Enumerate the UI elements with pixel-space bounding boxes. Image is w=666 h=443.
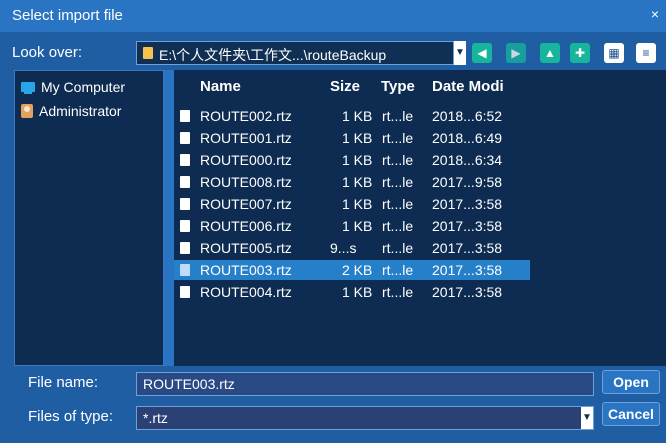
file-type: rt...le (382, 152, 414, 168)
table-row[interactable]: ROUTE001.rtz 1 KB rt...le 2018...6:49 (174, 128, 530, 148)
file-date: 2017...3:58 (432, 240, 503, 256)
file-date: 2017...9:58 (432, 174, 503, 190)
file-name-value: ROUTE003.rtz (143, 376, 235, 392)
file-date: 2018...6:52 (432, 108, 503, 124)
file-date: 2017...3:58 (432, 218, 503, 234)
column-type[interactable]: Type (381, 78, 415, 95)
table-row[interactable]: ROUTE007.rtz 1 KB rt...le 2017...3:58 (174, 194, 530, 214)
file-size: 2 KB (342, 262, 373, 278)
look-over-label: Look over: (12, 44, 83, 61)
open-button[interactable]: Open (602, 370, 660, 394)
file-type: rt...le (382, 130, 414, 146)
file-name-label: File name: (28, 374, 99, 391)
file-date: 2017...3:58 (432, 284, 503, 300)
file-icon (180, 154, 190, 166)
file-name: ROUTE002.rtz (200, 108, 292, 124)
file-list-header: Name Size Type Date Modi (174, 78, 666, 98)
file-type: rt...le (382, 284, 414, 300)
file-type-select[interactable]: *.rtz ▼ (136, 406, 594, 430)
up-folder-icon[interactable]: ▲ (540, 43, 560, 63)
table-row[interactable]: ROUTE004.rtz 1 KB rt...le 2017...3:58 (174, 282, 530, 302)
file-icon (180, 242, 190, 254)
file-date: 2018...6:34 (432, 152, 503, 168)
file-type: rt...le (382, 218, 414, 234)
forward-icon[interactable]: ▶ (506, 43, 526, 63)
file-date: 2017...3:58 (432, 262, 503, 278)
look-over-path-text: E:\个人文件夹\工作文...\routeBackup (159, 47, 387, 63)
file-name: ROUTE007.rtz (200, 196, 292, 212)
file-type-value: *.rtz (143, 410, 168, 426)
file-list: Name Size Type Date Modi ROUTE002.rtz 1 … (172, 70, 666, 366)
table-row[interactable]: ROUTE002.rtz 1 KB rt...le 2018...6:52 (174, 106, 530, 126)
details-view-icon[interactable]: ≡ (636, 43, 656, 63)
file-date: 2017...3:58 (432, 196, 503, 212)
file-size: 1 KB (342, 218, 373, 234)
places-panel: My Computer Administrator (14, 70, 164, 366)
look-over-path-dropdown[interactable]: E:\个人文件夹\工作文...\routeBackup (136, 41, 454, 65)
folder-icon (143, 47, 153, 59)
bottom-bar: File name: ROUTE003.rtz Files of type: *… (0, 368, 666, 443)
file-size: 1 KB (342, 174, 373, 190)
column-size[interactable]: Size (330, 78, 360, 95)
file-name: ROUTE000.rtz (200, 152, 292, 168)
place-label: My Computer (41, 79, 126, 95)
file-icon (180, 176, 190, 188)
computer-icon (21, 82, 35, 94)
file-name: ROUTE006.rtz (200, 218, 292, 234)
window-title: Select import file (12, 7, 123, 24)
file-icon (180, 198, 190, 210)
select-import-file-dialog: Select import file × Look over: E:\个人文件夹… (0, 0, 666, 443)
file-name: ROUTE004.rtz (200, 284, 292, 300)
new-folder-icon[interactable]: ✚ (570, 43, 590, 63)
table-row[interactable]: ROUTE000.rtz 1 KB rt...le 2018...6:34 (174, 150, 530, 170)
file-size: 1 KB (342, 196, 373, 212)
file-name: ROUTE003.rtz (200, 262, 292, 278)
file-size: 1 KB (342, 284, 373, 300)
panel-splitter[interactable] (164, 70, 172, 366)
file-type: rt...le (382, 262, 414, 278)
file-type: rt...le (382, 240, 414, 256)
table-row[interactable]: ROUTE008.rtz 1 KB rt...le 2017...9:58 (174, 172, 530, 192)
file-date: 2018...6:49 (432, 130, 503, 146)
place-label: Administrator (39, 103, 122, 119)
user-folder-icon (21, 104, 33, 118)
file-icon (180, 220, 190, 232)
file-type: rt...le (382, 196, 414, 212)
close-icon[interactable]: × (648, 6, 662, 22)
table-row[interactable]: ROUTE005.rtz 9...s rt...le 2017...3:58 (174, 238, 530, 258)
column-date-modified[interactable]: Date Modi (432, 78, 504, 95)
place-administrator[interactable]: Administrator (21, 101, 121, 121)
file-type-dropdown-arrow-icon[interactable]: ▼ (581, 407, 593, 429)
file-type: rt...le (382, 108, 414, 124)
file-name: ROUTE005.rtz (200, 240, 292, 256)
back-icon[interactable]: ◀ (472, 43, 492, 63)
file-icon (180, 132, 190, 144)
table-row-selected[interactable]: ROUTE003.rtz 2 KB rt...le 2017...3:58 (174, 260, 530, 280)
list-view-icon[interactable]: ▦ (604, 43, 624, 63)
cancel-button[interactable]: Cancel (602, 402, 660, 426)
file-size: 9...s (330, 240, 357, 256)
file-size: 1 KB (342, 152, 373, 168)
place-my-computer[interactable]: My Computer (21, 77, 125, 97)
path-dropdown-arrow-icon[interactable]: ▼ (454, 41, 466, 65)
table-row[interactable]: ROUTE006.rtz 1 KB rt...le 2017...3:58 (174, 216, 530, 236)
title-bar: Select import file × (0, 0, 666, 32)
look-over-row: Look over: E:\个人文件夹\工作文...\routeBackup ▼… (0, 36, 666, 70)
file-name-input[interactable]: ROUTE003.rtz (136, 372, 594, 396)
file-icon (180, 110, 190, 122)
column-name[interactable]: Name (200, 78, 241, 95)
file-type: rt...le (382, 174, 414, 190)
file-name: ROUTE001.rtz (200, 130, 292, 146)
file-type-label: Files of type: (28, 408, 114, 425)
file-size: 1 KB (342, 130, 373, 146)
file-icon (180, 264, 190, 276)
file-name: ROUTE008.rtz (200, 174, 292, 190)
file-icon (180, 286, 190, 298)
file-size: 1 KB (342, 108, 373, 124)
